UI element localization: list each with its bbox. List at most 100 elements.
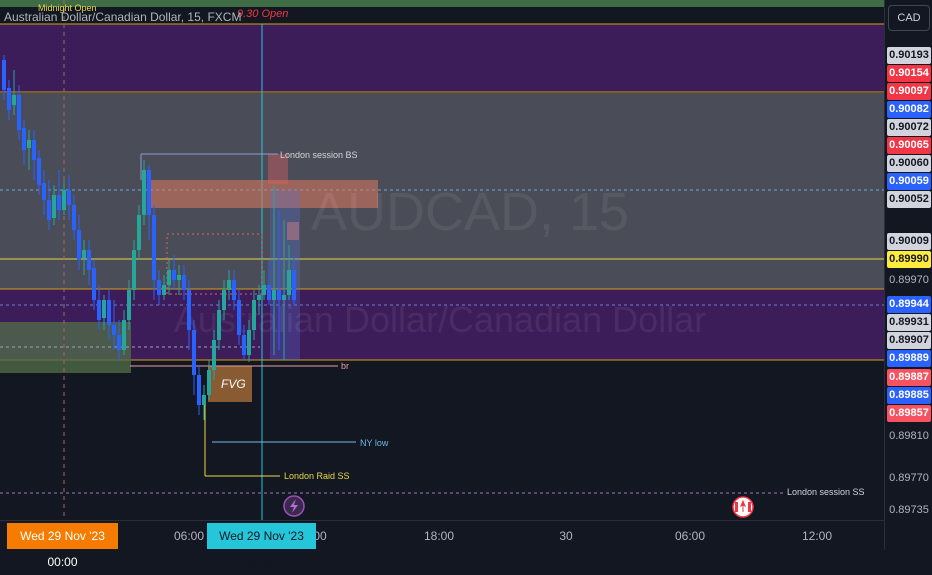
candle-body (277, 290, 281, 300)
candle-body (62, 190, 66, 210)
candle-body (37, 158, 41, 185)
canada-flag-icon[interactable] (732, 496, 754, 518)
candle-body (187, 290, 191, 330)
time-scale[interactable]: 06:00 00 18:00 30 06:00 12:00 Wed 29 Nov '23 … (0, 520, 884, 569)
price-label: 0.89990 (887, 251, 931, 268)
price-label: 0.90072 (887, 119, 931, 136)
candle-body (172, 270, 176, 280)
candle-body (67, 190, 71, 205)
price-label: 0.89970 (889, 274, 929, 286)
candle-body (87, 250, 91, 270)
candle-body (257, 295, 261, 300)
cursor-time-center: Wed 29 Nov '23 09:30 (207, 523, 316, 569)
candle-body (17, 95, 21, 130)
london-raid-ss-label: London Raid SS (284, 471, 350, 481)
candle-body (82, 250, 86, 258)
candle-body (212, 340, 216, 370)
candle-body (47, 200, 51, 220)
candle-body (7, 88, 11, 110)
price-label: 0.89907 (887, 332, 931, 349)
symbol-title: Australian Dollar/Canadian Dollar, 15, F… (4, 10, 242, 24)
candle-body (12, 95, 16, 105)
candle-body (32, 140, 36, 160)
lightning-icon[interactable] (283, 495, 305, 517)
br-label: br (341, 361, 349, 371)
london-session-bs-label: London session BS (280, 150, 358, 160)
candle-body (167, 270, 171, 285)
price-label: 0.90065 (887, 137, 931, 154)
watermark-ticker: AUDCAD, 15 (311, 182, 629, 242)
candle-body (197, 375, 201, 405)
price-label: 0.90052 (887, 191, 931, 208)
price-label: 0.90059 (887, 173, 931, 190)
premium-zone (0, 24, 884, 92)
candle-body (217, 310, 221, 340)
candle-body (162, 285, 166, 295)
candle-body (142, 170, 146, 215)
time-label: 06:00 (173, 529, 205, 543)
chart-canvas[interactable]: AUDCAD, 15 Australian Dollar/Canadian Do… (0, 0, 884, 520)
time-label: 18:00 (423, 529, 455, 543)
candle-body (157, 280, 161, 295)
price-label: 0.90193 (887, 47, 931, 64)
candle-body (132, 250, 136, 290)
candle-body (272, 290, 276, 300)
top-zone-strip (0, 0, 884, 7)
cursor-time-left: Wed 29 Nov '23 00:00 (7, 523, 118, 569)
candle-body (102, 300, 106, 318)
price-label: 0.90009 (887, 233, 931, 250)
price-label: 0.90060 (887, 155, 931, 172)
time-label: 12:00 (801, 529, 833, 543)
candle-body (177, 275, 181, 280)
candle-body (2, 60, 6, 90)
price-label: 0.89810 (889, 430, 929, 442)
price-label: 0.89770 (889, 472, 929, 484)
ny-low-label: NY low (360, 438, 389, 448)
candle-body (97, 300, 101, 320)
candle-body (262, 285, 266, 295)
candle-body (22, 128, 26, 150)
price-label: 0.89944 (887, 296, 931, 313)
price-label: 0.89885 (887, 387, 931, 404)
candle-body (242, 335, 246, 355)
currency-button[interactable]: CAD (888, 5, 930, 31)
candle-body (207, 370, 211, 395)
candle-body (202, 395, 206, 405)
price-scale[interactable]: CAD 0.90193 0.90154 0.90097 0.90082 0.90072 0… (884, 0, 932, 550)
price-label: 0.89735 (889, 504, 929, 516)
candle-body (137, 215, 141, 250)
time-label: 06:00 (674, 529, 706, 543)
candle-body (57, 195, 61, 210)
candle-body (227, 280, 231, 290)
candle-body (122, 320, 126, 350)
candle-body (107, 300, 111, 325)
candle-body (72, 205, 76, 230)
price-label: 0.89889 (887, 350, 931, 367)
candle-body (267, 285, 271, 300)
candle-body (287, 270, 291, 295)
candle-body (237, 300, 241, 335)
price-label: 0.89931 (887, 314, 931, 331)
candle-body (152, 215, 156, 280)
price-label: 0.90154 (887, 65, 931, 82)
candle-body (247, 330, 251, 355)
candle-body (27, 140, 31, 148)
price-label: 0.90097 (887, 83, 931, 100)
price-label: 0.89887 (887, 369, 931, 386)
candle-body (52, 195, 56, 218)
london-session-ss-label: London session SS (787, 487, 865, 497)
price-label: 0.90082 (887, 101, 931, 118)
time-label: 30 (559, 529, 573, 543)
chart-pane[interactable]: AUDCAD, 15 Australian Dollar/Canadian Do… (0, 0, 884, 520)
candle-body (147, 170, 151, 215)
candle-body (117, 335, 121, 350)
candle-body (222, 290, 226, 310)
candle-body (252, 300, 256, 330)
nine-thirty-open-label: 9.30 Open (237, 8, 288, 20)
candle-body (282, 295, 286, 300)
candle-body (182, 275, 186, 290)
candle-body (77, 230, 81, 260)
candle-body (292, 270, 296, 300)
candle-body (127, 290, 131, 320)
candle-body (192, 330, 196, 375)
